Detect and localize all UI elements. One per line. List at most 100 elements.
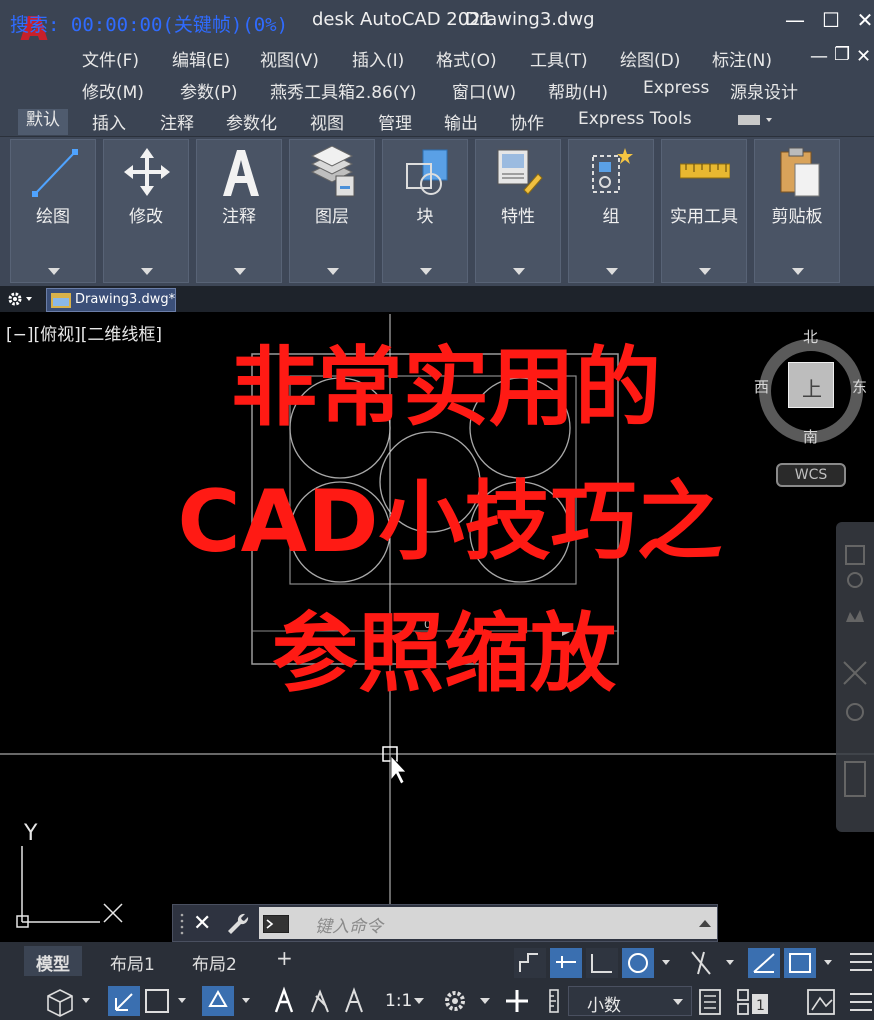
menu-parametric[interactable]: 参数(P) <box>180 78 238 103</box>
chevron-down-icon[interactable] <box>414 998 424 1004</box>
drag-handle-icon[interactable] <box>179 913 185 935</box>
status-toggles-row1 <box>514 948 872 978</box>
tab-insert[interactable]: 插入 <box>92 109 126 134</box>
minimize-button[interactable]: — <box>780 6 810 34</box>
menu-tools[interactable]: 工具(T) <box>530 46 588 71</box>
status-toggles-row2 <box>47 986 363 1017</box>
compass-east[interactable]: 东 <box>852 376 867 397</box>
chevron-down-icon[interactable] <box>141 268 153 276</box>
chevron-down-icon[interactable] <box>513 268 525 276</box>
menu-edit[interactable]: 编辑(E) <box>172 46 230 71</box>
chevron-down-icon[interactable] <box>234 268 246 276</box>
ribbon-group-block[interactable]: 块 <box>382 139 468 283</box>
wcs-button[interactable]: WCS <box>776 463 846 487</box>
menu-insert[interactable]: 插入(I) <box>352 46 404 71</box>
annotation-scale[interactable]: 1:1 <box>385 991 412 1011</box>
ribbon-group-label: 图层 <box>315 207 349 227</box>
mdi-minimize-button[interactable]: — <box>810 46 828 67</box>
ribbon-display-dropdown-icon[interactable] <box>736 112 776 128</box>
tab-annotate[interactable]: 注释 <box>160 109 194 134</box>
overlay-title-line3: 参照缩放 <box>272 604 616 704</box>
tab-manage[interactable]: 管理 <box>378 109 412 134</box>
tab-express-tools[interactable]: Express Tools <box>578 109 692 129</box>
ribbon-group-label: 绘图 <box>36 207 70 227</box>
tab-parametric[interactable]: 参数化 <box>226 109 277 134</box>
menu-bar: 文件(F) 编辑(E) 视图(V) 插入(I) 格式(O) 工具(T) 绘图(D… <box>0 40 874 104</box>
ribbon-group-layers[interactable]: 图层 <box>289 139 375 283</box>
title-bar: 搜索: 00:00:00(关键帧)(0%) desk AutoCAD 2021 … <box>0 0 874 48</box>
command-line: ✕ 键入命令 <box>172 904 718 942</box>
units-icon <box>549 989 559 1013</box>
ribbon-group-annotate[interactable]: 注释 <box>196 139 282 283</box>
svg-text:1: 1 <box>756 998 765 1014</box>
menu-window[interactable]: 窗口(W) <box>452 78 516 103</box>
ribbon-group-label: 修改 <box>129 207 163 227</box>
overlay-title-line1: 非常实用的 <box>231 338 661 438</box>
mdi-restore-button[interactable]: ❐ <box>834 44 850 65</box>
clipboard-icon <box>780 147 820 197</box>
ribbon-group-label: 组 <box>602 207 620 227</box>
chevron-down-icon <box>673 999 683 1005</box>
menu-express[interactable]: Express <box>643 78 709 98</box>
ribbon-group-clipboard[interactable]: 剪贴板 <box>754 139 840 283</box>
ribbon-group-label: 注释 <box>222 207 256 227</box>
text-a-icon <box>223 150 259 196</box>
command-input[interactable]: 键入命令 <box>259 907 717 939</box>
add-layout-button[interactable]: + <box>264 946 305 976</box>
ribbon-group-group[interactable]: 组 <box>568 139 654 283</box>
tab-view[interactable]: 视图 <box>310 109 344 134</box>
units-select[interactable]: 小数 <box>568 986 692 1016</box>
viewport-controls-label[interactable]: [−][俯视][二维线框] <box>6 320 162 345</box>
measure-ruler-icon <box>680 163 730 179</box>
tab-layout1[interactable]: 布局1 <box>98 946 167 976</box>
menu-yanxiu-toolbox[interactable]: 燕秀工具箱2.86(Y) <box>270 78 417 103</box>
status-bar: 1:1 小数 1 <box>0 982 874 1020</box>
wrench-icon[interactable] <box>225 911 249 935</box>
ucs-x-label-icon <box>103 903 123 923</box>
chevron-down-icon[interactable] <box>606 268 618 276</box>
maximize-button[interactable]: ☐ <box>816 6 846 34</box>
menu-draw[interactable]: 绘图(D) <box>620 46 680 71</box>
units-select-value: 小数 <box>587 996 621 1016</box>
compass-south[interactable]: 南 <box>803 426 818 447</box>
file-title: Drawing3.dwg <box>465 9 595 30</box>
close-icon[interactable]: ✕ <box>193 911 215 936</box>
ribbon-group-label: 特性 <box>501 207 535 227</box>
chevron-down-icon[interactable] <box>420 268 432 276</box>
ribbon-group-modify[interactable]: 修改 <box>103 139 189 283</box>
viewcube-top-face[interactable]: 上 <box>788 362 834 408</box>
tab-default[interactable]: 默认 <box>18 109 68 135</box>
search-overlay-text: 搜索: 00:00:00(关键帧)(0%) <box>10 14 289 36</box>
chevron-up-icon[interactable] <box>699 919 711 927</box>
menu-yuanquan-design[interactable]: 源泉设计 <box>730 78 798 103</box>
tab-collaborate[interactable]: 协作 <box>510 109 544 134</box>
compass-north[interactable]: 北 <box>803 326 818 347</box>
ribbon-group-label: 剪贴板 <box>771 207 823 227</box>
menu-file[interactable]: 文件(F) <box>82 46 139 71</box>
close-button[interactable]: ✕ <box>850 6 874 34</box>
mdi-close-button[interactable]: ✕ <box>856 46 871 67</box>
ribbon-group-utilities[interactable]: 实用工具 <box>661 139 747 283</box>
menu-help[interactable]: 帮助(H) <box>548 78 608 103</box>
ribbon-group-draw[interactable]: 绘图 <box>10 139 96 283</box>
chevron-down-icon[interactable] <box>699 268 711 276</box>
drawing-canvas[interactable]: Drawing3.dwg* Y 0 [−][俯视][二维线框] 非常实用的 CA… <box>0 286 874 942</box>
chevron-down-icon[interactable] <box>327 268 339 276</box>
chevron-down-icon[interactable] <box>480 998 490 1004</box>
menu-view[interactable]: 视图(V) <box>260 46 319 71</box>
chevron-down-icon[interactable] <box>48 268 60 276</box>
compass-west[interactable]: 西 <box>754 376 769 397</box>
status-tools-row2: 1 <box>699 989 872 1015</box>
tab-layout2[interactable]: 布局2 <box>180 946 249 976</box>
tab-output[interactable]: 输出 <box>444 109 478 134</box>
navigation-bar[interactable] <box>836 522 874 832</box>
move-arrows-icon <box>124 148 170 196</box>
tab-model[interactable]: 模型 <box>24 946 82 976</box>
menu-dimension[interactable]: 标注(N) <box>712 46 772 71</box>
chevron-down-icon[interactable] <box>792 268 804 276</box>
menu-modify[interactable]: 修改(M) <box>82 78 144 103</box>
menu-format[interactable]: 格式(O) <box>436 46 497 71</box>
plus-icon[interactable] <box>502 986 532 1016</box>
gear-icon[interactable] <box>440 986 470 1016</box>
ribbon-group-properties[interactable]: 特性 <box>475 139 561 283</box>
